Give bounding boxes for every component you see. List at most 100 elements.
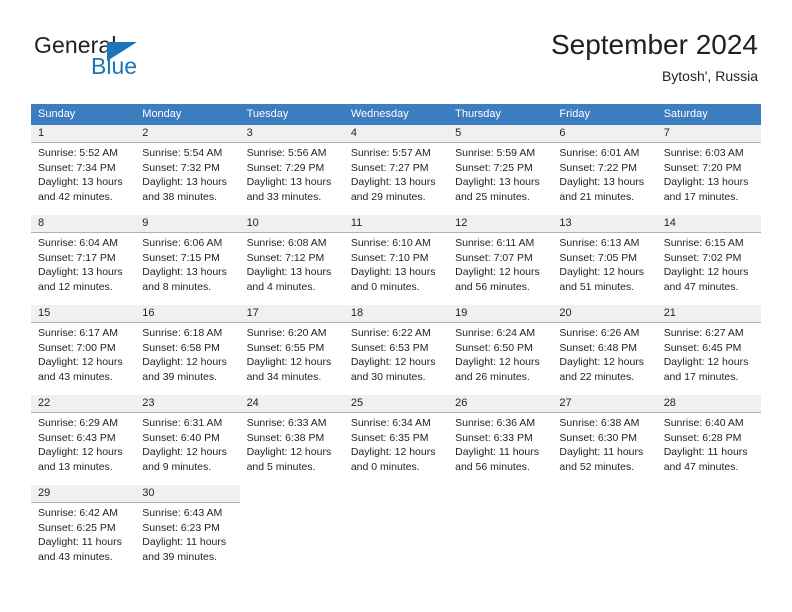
- day-cell-10[interactable]: 10 Sunrise: 6:08 AM Sunset: 7:12 PM Dayligh…: [239, 215, 344, 305]
- sunset-text: Sunset: 6:40 PM: [142, 431, 220, 444]
- day-cell-25[interactable]: 25 Sunrise: 6:34 AM Sunset: 6:35 PM Dayligh…: [343, 395, 449, 485]
- day-number: 19: [448, 305, 553, 322]
- day-cell-13[interactable]: 13 Sunrise: 6:13 AM Sunset: 7:05 PM Dayligh…: [552, 215, 657, 305]
- day-cell-8[interactable]: 8 Sunrise: 6:04 AM Sunset: 7:17 PM Daylight…: [31, 215, 136, 305]
- day-number: 18: [343, 305, 449, 322]
- daylight-text-line1: Daylight: 13 hours: [142, 266, 227, 279]
- day-number: 16: [135, 305, 240, 322]
- day-cell-1[interactable]: 1 Sunrise: 5:52 AM Sunset: 7:34 PM Daylight…: [31, 125, 136, 215]
- day-number: 17: [239, 305, 344, 322]
- day-info: Sunrise: 6:38 AM Sunset: 6:30 PM Daylight:…: [552, 412, 657, 474]
- day-info: Sunrise: 6:26 AM Sunset: 6:48 PM Daylight:…: [552, 322, 657, 384]
- day-cell-18[interactable]: 18 Sunrise: 6:22 AM Sunset: 6:53 PM Dayligh…: [343, 305, 449, 395]
- daylight-text-line2: and 22 minutes.: [559, 370, 635, 383]
- day-cell-14[interactable]: 14 Sunrise: 6:15 AM Sunset: 7:02 PM Dayligh…: [656, 215, 761, 305]
- day-number: 27: [552, 395, 657, 412]
- sunrise-text: Sunrise: 6:20 AM: [246, 327, 327, 339]
- calendar-week-row: 15 Sunrise: 6:17 AM Sunset: 7:00 PM Dayligh…: [31, 305, 761, 395]
- brand-logo[interactable]: General Blue: [34, 33, 264, 89]
- day-number: 13: [552, 215, 657, 232]
- daylight-text-line1: Daylight: 13 hours: [559, 176, 645, 189]
- day-number: 28: [656, 395, 761, 412]
- sunset-text: Sunset: 6:25 PM: [38, 521, 116, 534]
- daylight-text-line1: Daylight: 12 hours: [455, 356, 540, 369]
- daylight-text-line2: and 43 minutes.: [38, 550, 113, 563]
- daylight-text-line1: Daylight: 12 hours: [559, 266, 645, 279]
- sunrise-text: Sunrise: 6:42 AM: [38, 507, 118, 519]
- day-cell-empty: [344, 485, 448, 577]
- daylight-text-line2: and 0 minutes.: [350, 280, 420, 293]
- daylight-text-line1: Daylight: 11 hours: [559, 446, 644, 459]
- day-info: Sunrise: 6:24 AM Sunset: 6:50 PM Daylight:…: [448, 322, 553, 384]
- daylight-text-line1: Daylight: 12 hours: [38, 446, 123, 459]
- day-cell-23[interactable]: 23 Sunrise: 6:31 AM Sunset: 6:40 PM Dayligh…: [135, 395, 240, 485]
- day-cell-7[interactable]: 7 Sunrise: 6:03 AM Sunset: 7:20 PM Daylight…: [656, 125, 761, 215]
- day-cell-21[interactable]: 21 Sunrise: 6:27 AM Sunset: 6:45 PM Dayligh…: [656, 305, 761, 395]
- daylight-text-line1: Daylight: 12 hours: [246, 446, 332, 459]
- sunset-text: Sunset: 7:15 PM: [142, 251, 220, 264]
- day-number: 14: [656, 215, 761, 232]
- day-cell-12[interactable]: 12 Sunrise: 6:11 AM Sunset: 7:07 PM Dayligh…: [448, 215, 553, 305]
- sunrise-text: Sunrise: 6:01 AM: [559, 147, 640, 159]
- day-info: Sunrise: 6:10 AM Sunset: 7:10 PM Daylight:…: [343, 232, 449, 294]
- calendar-table: Sunday Monday Tuesday Wednesday Thursday Frid…: [31, 104, 761, 577]
- day-cell-16[interactable]: 16 Sunrise: 6:18 AM Sunset: 6:58 PM Dayligh…: [135, 305, 240, 395]
- daylight-text-line1: Daylight: 13 hours: [663, 176, 749, 189]
- sunset-text: Sunset: 7:05 PM: [559, 251, 638, 264]
- day-cell-22[interactable]: 22 Sunrise: 6:29 AM Sunset: 6:43 PM Dayligh…: [31, 395, 136, 485]
- location-subtitle: Bytosh', Russia: [661, 68, 758, 84]
- daylight-text-line1: Daylight: 12 hours: [350, 356, 436, 369]
- daylight-text-line2: and 56 minutes.: [455, 460, 530, 473]
- day-cell-30[interactable]: 30 Sunrise: 6:43 AM Sunset: 6:23 PM Dayligh…: [135, 485, 240, 577]
- sunrise-text: Sunrise: 6:24 AM: [455, 327, 536, 339]
- day-cell-2[interactable]: 2 Sunrise: 5:54 AM Sunset: 7:32 PM Daylight…: [135, 125, 240, 215]
- day-info: Sunrise: 6:20 AM Sunset: 6:55 PM Daylight:…: [239, 322, 344, 384]
- day-cell-24[interactable]: 24 Sunrise: 6:33 AM Sunset: 6:38 PM Dayligh…: [239, 395, 344, 485]
- day-cell-28[interactable]: 28 Sunrise: 6:40 AM Sunset: 6:28 PM Dayligh…: [656, 395, 761, 485]
- daylight-text-line2: and 38 minutes.: [142, 190, 217, 203]
- day-cell-3[interactable]: 3 Sunrise: 5:56 AM Sunset: 7:29 PM Daylight…: [239, 125, 344, 215]
- daylight-text-line2: and 29 minutes.: [350, 190, 426, 203]
- daylight-text-line2: and 5 minutes.: [246, 460, 316, 473]
- day-cell-6[interactable]: 6 Sunrise: 6:01 AM Sunset: 7:22 PM Daylight…: [552, 125, 657, 215]
- day-cell-empty: [240, 485, 344, 577]
- day-cell-11[interactable]: 11 Sunrise: 6:10 AM Sunset: 7:10 PM Dayligh…: [343, 215, 449, 305]
- sunset-text: Sunset: 6:45 PM: [663, 341, 742, 354]
- sunset-text: Sunset: 7:32 PM: [142, 161, 220, 174]
- sunrise-text: Sunrise: 6:13 AM: [559, 237, 640, 249]
- day-cell-26[interactable]: 26 Sunrise: 6:36 AM Sunset: 6:33 PM Dayligh…: [448, 395, 553, 485]
- day-cell-5[interactable]: 5 Sunrise: 5:59 AM Sunset: 7:25 PM Daylight…: [448, 125, 553, 215]
- weekday-header-monday: Monday: [142, 108, 182, 120]
- sunrise-text: Sunrise: 6:18 AM: [142, 327, 223, 339]
- sunrise-text: Sunrise: 6:15 AM: [663, 237, 744, 249]
- calendar-week-row: 29 Sunrise: 6:42 AM Sunset: 6:25 PM Dayligh…: [31, 485, 761, 577]
- daylight-text-line1: Daylight: 12 hours: [455, 266, 540, 279]
- sunrise-text: Sunrise: 6:36 AM: [455, 417, 536, 429]
- daylight-text-line2: and 13 minutes.: [38, 460, 113, 473]
- day-cell-17[interactable]: 17 Sunrise: 6:20 AM Sunset: 6:55 PM Dayligh…: [239, 305, 344, 395]
- daylight-text-line2: and 39 minutes.: [142, 370, 217, 383]
- sunset-text: Sunset: 7:02 PM: [663, 251, 742, 264]
- day-cell-4[interactable]: 4 Sunrise: 5:57 AM Sunset: 7:27 PM Daylight…: [343, 125, 449, 215]
- day-cell-9[interactable]: 9 Sunrise: 6:06 AM Sunset: 7:15 PM Daylight…: [135, 215, 240, 305]
- day-cell-29[interactable]: 29 Sunrise: 6:42 AM Sunset: 6:25 PM Dayligh…: [31, 485, 136, 577]
- day-cell-20[interactable]: 20 Sunrise: 6:26 AM Sunset: 6:48 PM Dayligh…: [552, 305, 657, 395]
- day-number: 3: [239, 125, 344, 142]
- sunset-text: Sunset: 6:30 PM: [559, 431, 638, 444]
- day-cell-15[interactable]: 15 Sunrise: 6:17 AM Sunset: 7:00 PM Dayligh…: [31, 305, 136, 395]
- day-cell-27[interactable]: 27 Sunrise: 6:38 AM Sunset: 6:30 PM Dayligh…: [552, 395, 657, 485]
- day-info: Sunrise: 5:54 AM Sunset: 7:32 PM Daylight:…: [135, 142, 240, 204]
- day-number: 26: [448, 395, 553, 412]
- daylight-text-line2: and 34 minutes.: [246, 370, 322, 383]
- daylight-text-line1: Daylight: 13 hours: [38, 266, 123, 279]
- daylight-text-line1: Daylight: 11 hours: [38, 536, 122, 549]
- day-cell-19[interactable]: 19 Sunrise: 6:24 AM Sunset: 6:50 PM Dayligh…: [448, 305, 553, 395]
- day-number: 20: [552, 305, 657, 322]
- daylight-text-line1: Daylight: 13 hours: [246, 176, 332, 189]
- sunset-text: Sunset: 6:43 PM: [38, 431, 116, 444]
- sunset-text: Sunset: 7:29 PM: [246, 161, 325, 174]
- day-number: 15: [31, 305, 136, 322]
- daylight-text-line1: Daylight: 12 hours: [350, 446, 436, 459]
- day-info: Sunrise: 6:13 AM Sunset: 7:05 PM Daylight:…: [552, 232, 657, 294]
- day-number: 10: [239, 215, 344, 232]
